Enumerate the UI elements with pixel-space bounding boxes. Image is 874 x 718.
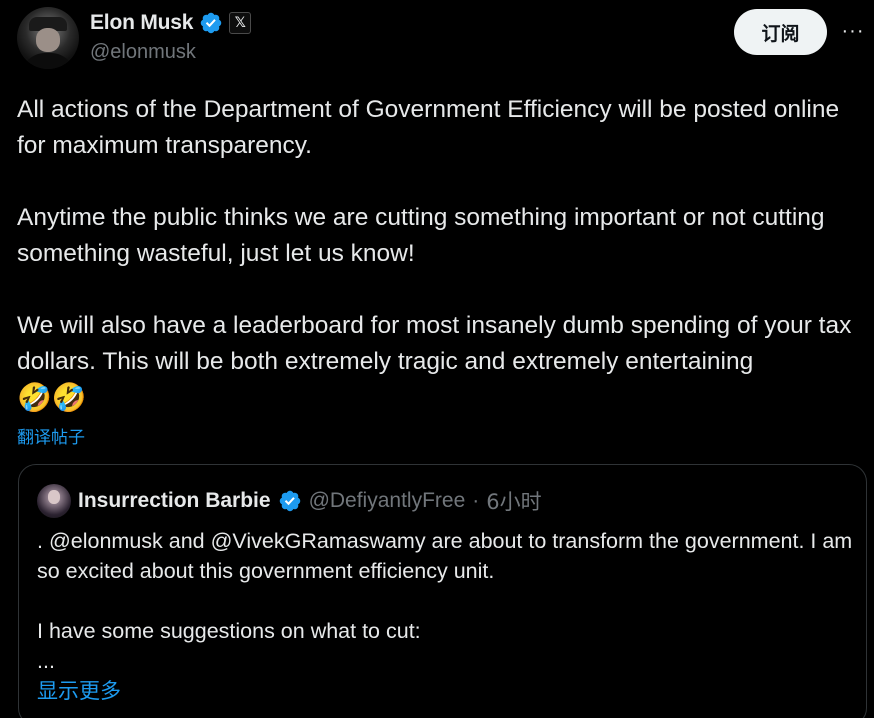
quoted-author-row: Insurrection Barbie @DefiyantlyFree · 6小… [37,483,542,519]
quoted-tweet-body: . @elonmusk and @VivekGRamaswamy are abo… [37,526,857,676]
translate-post-link[interactable]: 翻译帖子 [17,423,85,448]
avatar-face [36,28,60,52]
quoted-author-handle[interactable]: @DefiyantlyFree [309,489,466,513]
quoted-tweet-card[interactable]: Insurrection Barbie @DefiyantlyFree · 6小… [18,464,867,718]
quoted-author-avatar[interactable] [37,484,71,518]
verified-badge-icon [278,489,302,513]
tweet-paragraph: We will also have a leaderboard for most… [17,308,869,418]
author-avatar[interactable] [17,7,79,69]
tweet-paragraph: Anytime the public thinks we are cutting… [17,204,832,267]
verified-badge-icon[interactable] [199,11,223,35]
avatar-body [21,53,75,69]
dot-separator: · [472,489,480,512]
tweet-body: All actions of the Department of Governm… [17,92,869,418]
rofl-emoji-icon: 🤣🤣 [17,381,87,414]
quoted-timestamp[interactable]: 6小时 [486,486,541,516]
more-options-icon[interactable]: ··· [838,18,868,44]
show-more-link[interactable]: 显示更多 [37,675,121,705]
author-display-name[interactable]: Elon Musk [90,11,193,35]
author-handle[interactable]: @elonmusk [90,41,196,64]
tweet-header: Elon Musk 𝕏 @elonmusk 订阅 ··· [0,0,874,80]
x-affiliate-badge-icon[interactable]: 𝕏 [229,12,252,34]
author-name-row: Elon Musk 𝕏 [90,10,252,36]
quoted-author-display-name[interactable]: Insurrection Barbie [78,489,271,513]
tweet-paragraph: All actions of the Department of Governm… [17,96,846,159]
quoted-paragraph: . @elonmusk and @VivekGRamaswamy are abo… [37,529,859,583]
subscribe-button[interactable]: 订阅 [734,9,827,55]
quoted-paragraph: I have some suggestions on what to cut: … [37,619,421,673]
tweet-paragraph-text: We will also have a leaderboard for most… [17,312,859,375]
